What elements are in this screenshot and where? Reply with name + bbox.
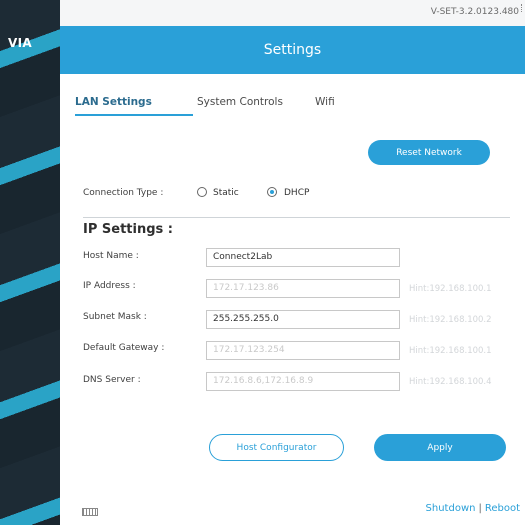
- dhcp-radio[interactable]: [267, 187, 277, 197]
- section-divider: [83, 217, 510, 218]
- static-radio-label: Static: [213, 188, 239, 198]
- subnet-mask-hint: Hint:192.168.100.2: [409, 315, 492, 325]
- host-name-field[interactable]: Connect2Lab: [206, 248, 400, 267]
- reset-network-button[interactable]: Reset Network: [368, 140, 490, 165]
- ip-settings-title: IP Settings :: [83, 222, 173, 237]
- keyboard-icon[interactable]: [82, 508, 98, 516]
- default-gateway-field[interactable]: 172.17.123.254: [206, 341, 400, 360]
- shutdown-link[interactable]: Shutdown: [426, 503, 476, 514]
- dhcp-radio-label: DHCP: [284, 188, 310, 198]
- dns-server-field[interactable]: 172.16.8.6,172.16.8.9: [206, 372, 400, 391]
- top-bar: V-SET-3.2.0123.480: [60, 0, 525, 26]
- footer-power-links: Shutdown | Reboot: [426, 503, 520, 514]
- ip-address-hint: Hint:192.168.100.1: [409, 284, 492, 294]
- settings-header: Settings: [60, 26, 525, 74]
- tab-wifi[interactable]: Wifi: [315, 96, 335, 108]
- connection-type-label: Connection Type :: [83, 188, 164, 198]
- overflow-dots-icon: [521, 4, 525, 12]
- dns-server-hint: Hint:192.168.100.4: [409, 377, 492, 387]
- tab-lan-settings[interactable]: LAN Settings: [75, 96, 152, 108]
- version-label: V-SET-3.2.0123.480: [430, 7, 519, 17]
- side-strip: [0, 0, 60, 525]
- footer-separator: |: [478, 503, 482, 514]
- settings-panel: LAN Settings System Controls Wifi Reset …: [60, 74, 525, 525]
- apply-button[interactable]: Apply: [374, 434, 506, 461]
- page-title: Settings: [263, 42, 322, 58]
- reboot-link[interactable]: Reboot: [485, 503, 520, 514]
- via-logo: VIA: [8, 36, 32, 50]
- dns-server-label: DNS Server :: [83, 375, 141, 385]
- host-configurator-button[interactable]: Host Configurator: [209, 434, 344, 461]
- ip-address-label: IP Address :: [83, 281, 136, 291]
- host-name-label: Host Name :: [83, 251, 139, 261]
- default-gateway-hint: Hint:192.168.100.1: [409, 346, 492, 356]
- static-radio[interactable]: [197, 187, 207, 197]
- active-tab-indicator: [75, 114, 193, 116]
- ip-address-field[interactable]: 172.17.123.86: [206, 279, 400, 298]
- tab-system-controls[interactable]: System Controls: [197, 96, 283, 108]
- subnet-mask-field[interactable]: 255.255.255.0: [206, 310, 400, 329]
- default-gateway-label: Default Gateway :: [83, 343, 165, 353]
- subnet-mask-label: Subnet Mask :: [83, 312, 147, 322]
